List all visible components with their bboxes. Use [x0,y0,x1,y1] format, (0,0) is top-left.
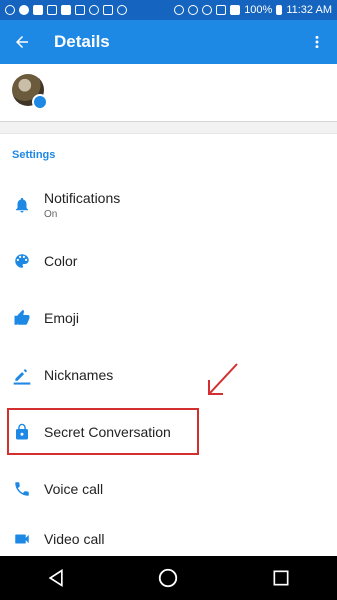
more-vertical-icon [315,35,319,49]
clock: 11:32 AM [286,4,332,16]
notification-icons [5,5,127,15]
settings-item-emoji[interactable]: Emoji [0,293,337,343]
spotify-icon [19,5,29,15]
square-recents-icon [273,570,289,586]
messenger-badge-icon [32,94,48,110]
settings-item-label: Emoji [44,310,80,326]
facebook-icon [61,5,71,15]
thumbs-up-icon [11,307,33,329]
settings-item-nicknames[interactable]: Nicknames [0,350,337,400]
headphones-icon [174,5,185,15]
image-icon [47,5,57,15]
video-camera-icon [11,528,33,550]
arrow-left-icon [16,36,28,48]
messenger-icon [89,5,99,15]
settings-item-label: Nicknames [44,367,114,383]
battery-percent: 100% [244,4,273,16]
alarm-clock-icon [202,5,213,15]
more-options-button[interactable] [297,20,337,64]
nav-back-button[interactable] [36,558,76,598]
settings-item-label: Notifications [44,190,121,206]
settings-item-label: Video call [44,531,105,547]
bell-icon [11,194,33,216]
facebook-icon [33,5,43,15]
settings-item-notifications[interactable]: Notifications On [0,180,337,230]
app-bar: Details [0,20,337,64]
phone-icon [11,478,33,500]
news-icon [103,5,113,15]
profile-header [0,64,337,122]
mail-icon [75,5,85,15]
settings-item-sublabel: On [44,209,58,220]
signal-icon [230,5,241,15]
status-bar: 100% 11:32 AM [0,0,337,20]
highlight-box [7,408,199,455]
settings-item-color[interactable]: Color [0,236,337,286]
palette-icon [11,250,33,272]
circle-home-icon [159,568,178,588]
nav-recents-button[interactable] [261,558,301,598]
back-button[interactable] [0,20,44,64]
pencil-icon [11,364,33,386]
page-title: Details [54,32,110,51]
system-icons: 100% 11:32 AM [174,4,332,16]
battery-icon [276,5,283,15]
settings-item-voice-call[interactable]: Voice call [0,464,337,514]
settings-item-video-call[interactable]: Video call [0,521,337,557]
whatsapp-icon [5,5,15,15]
settings-item-label: Color [44,253,78,269]
triangle-back-icon [48,568,63,588]
section-divider [0,122,337,134]
settings-item-label: Voice call [44,481,104,497]
annotation-arrow-icon [208,363,238,395]
instagram-icon [117,5,127,15]
nav-home-button[interactable] [148,558,188,598]
settings-section-title: Settings [12,149,56,161]
navigation-bar [0,556,337,600]
wifi-icon [216,5,227,15]
alarm-icon [188,5,199,15]
